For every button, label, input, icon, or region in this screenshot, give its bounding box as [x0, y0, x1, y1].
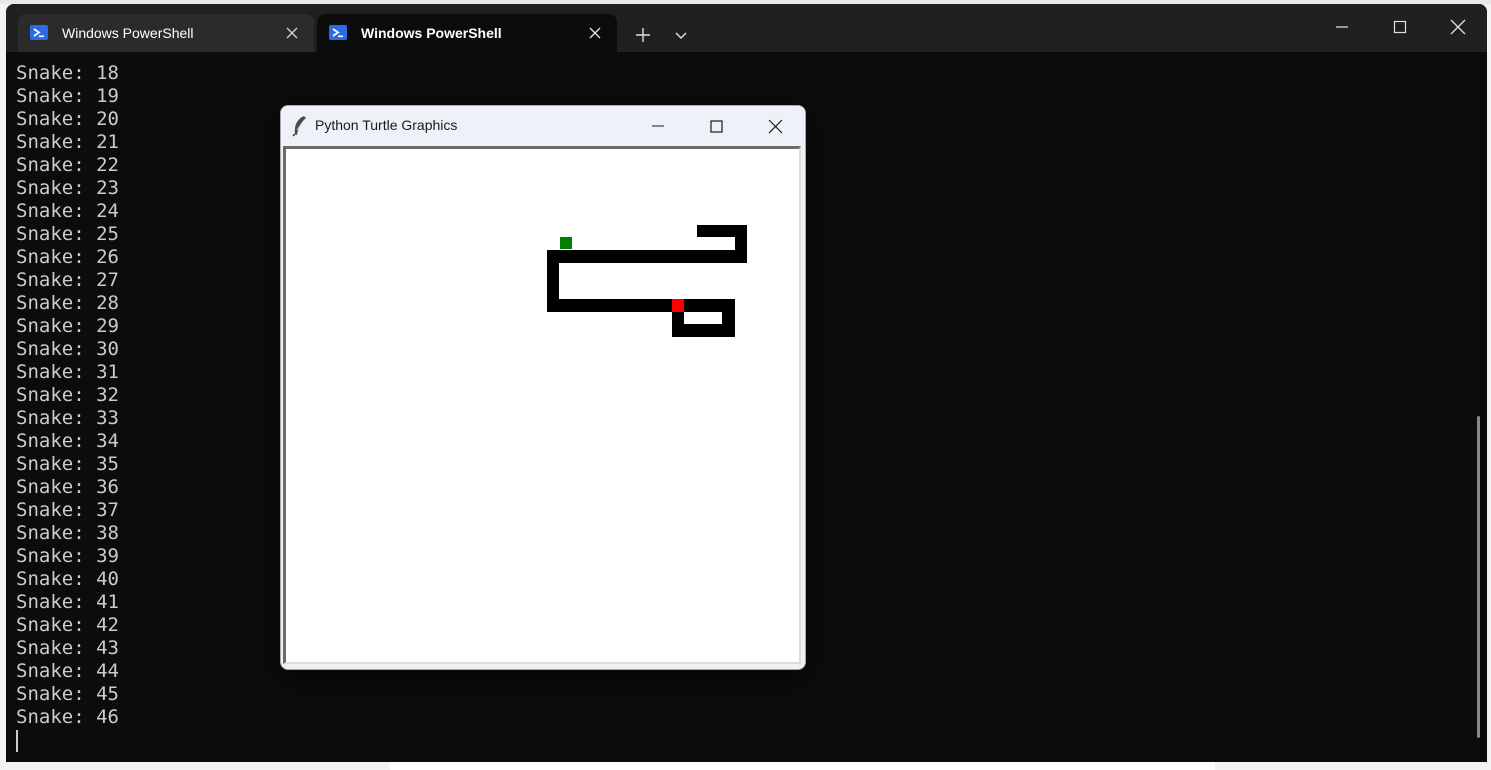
desktop-background-bottom: [0, 762, 1491, 770]
tab-label: Windows PowerShell: [62, 25, 194, 41]
tab-powershell-2[interactable]: Windows PowerShell: [317, 14, 617, 52]
turtle-close-button[interactable]: [755, 109, 795, 143]
console-line: Snake: 45: [16, 683, 119, 705]
console-line: Snake: 18: [16, 62, 119, 84]
tab-powershell-1[interactable]: Windows PowerShell: [18, 14, 314, 52]
food-pellet: [560, 237, 572, 249]
feather-icon: [291, 115, 309, 137]
tab-bar: Windows PowerShell Windows PowerShell: [6, 4, 1487, 52]
minimize-button[interactable]: [1319, 10, 1365, 44]
powershell-icon: [329, 24, 347, 42]
snake-segment: [547, 299, 735, 312]
snake-segment: [547, 250, 747, 263]
turtle-window-title: Python Turtle Graphics: [315, 117, 458, 133]
tab-label: Windows PowerShell: [361, 25, 502, 41]
powershell-icon: [30, 24, 48, 42]
maximize-button[interactable]: [1377, 10, 1423, 44]
close-window-button[interactable]: [1435, 10, 1481, 44]
scrollbar-thumb[interactable]: [1477, 416, 1480, 738]
close-icon: [1450, 19, 1466, 35]
chevron-down-icon: [675, 32, 687, 40]
maximize-icon: [1393, 20, 1407, 34]
snake-head: [672, 299, 684, 312]
background-editor-sliver: [390, 762, 1215, 770]
close-tab-icon[interactable]: [280, 21, 304, 45]
maximize-icon: [709, 119, 723, 133]
plus-icon: [636, 28, 650, 42]
close-tab-icon[interactable]: [583, 21, 607, 45]
turtle-canvas-frame: [283, 146, 801, 664]
turtle-maximize-button[interactable]: [696, 109, 736, 143]
turtle-minimize-button[interactable]: [638, 109, 678, 143]
turtle-titlebar[interactable]: Python Turtle Graphics: [281, 106, 805, 146]
text-cursor: [16, 730, 18, 752]
new-tab-button[interactable]: [630, 22, 656, 48]
turtle-canvas[interactable]: [286, 149, 799, 662]
close-icon: [768, 119, 782, 133]
snake-body: [547, 225, 747, 337]
console-line: Snake: 46: [16, 706, 119, 728]
minimize-icon: [652, 125, 664, 127]
tab-dropdown-button[interactable]: [668, 22, 694, 48]
minimize-icon: [1336, 26, 1348, 28]
turtle-graphics-window: Python Turtle Graphics: [280, 105, 806, 670]
